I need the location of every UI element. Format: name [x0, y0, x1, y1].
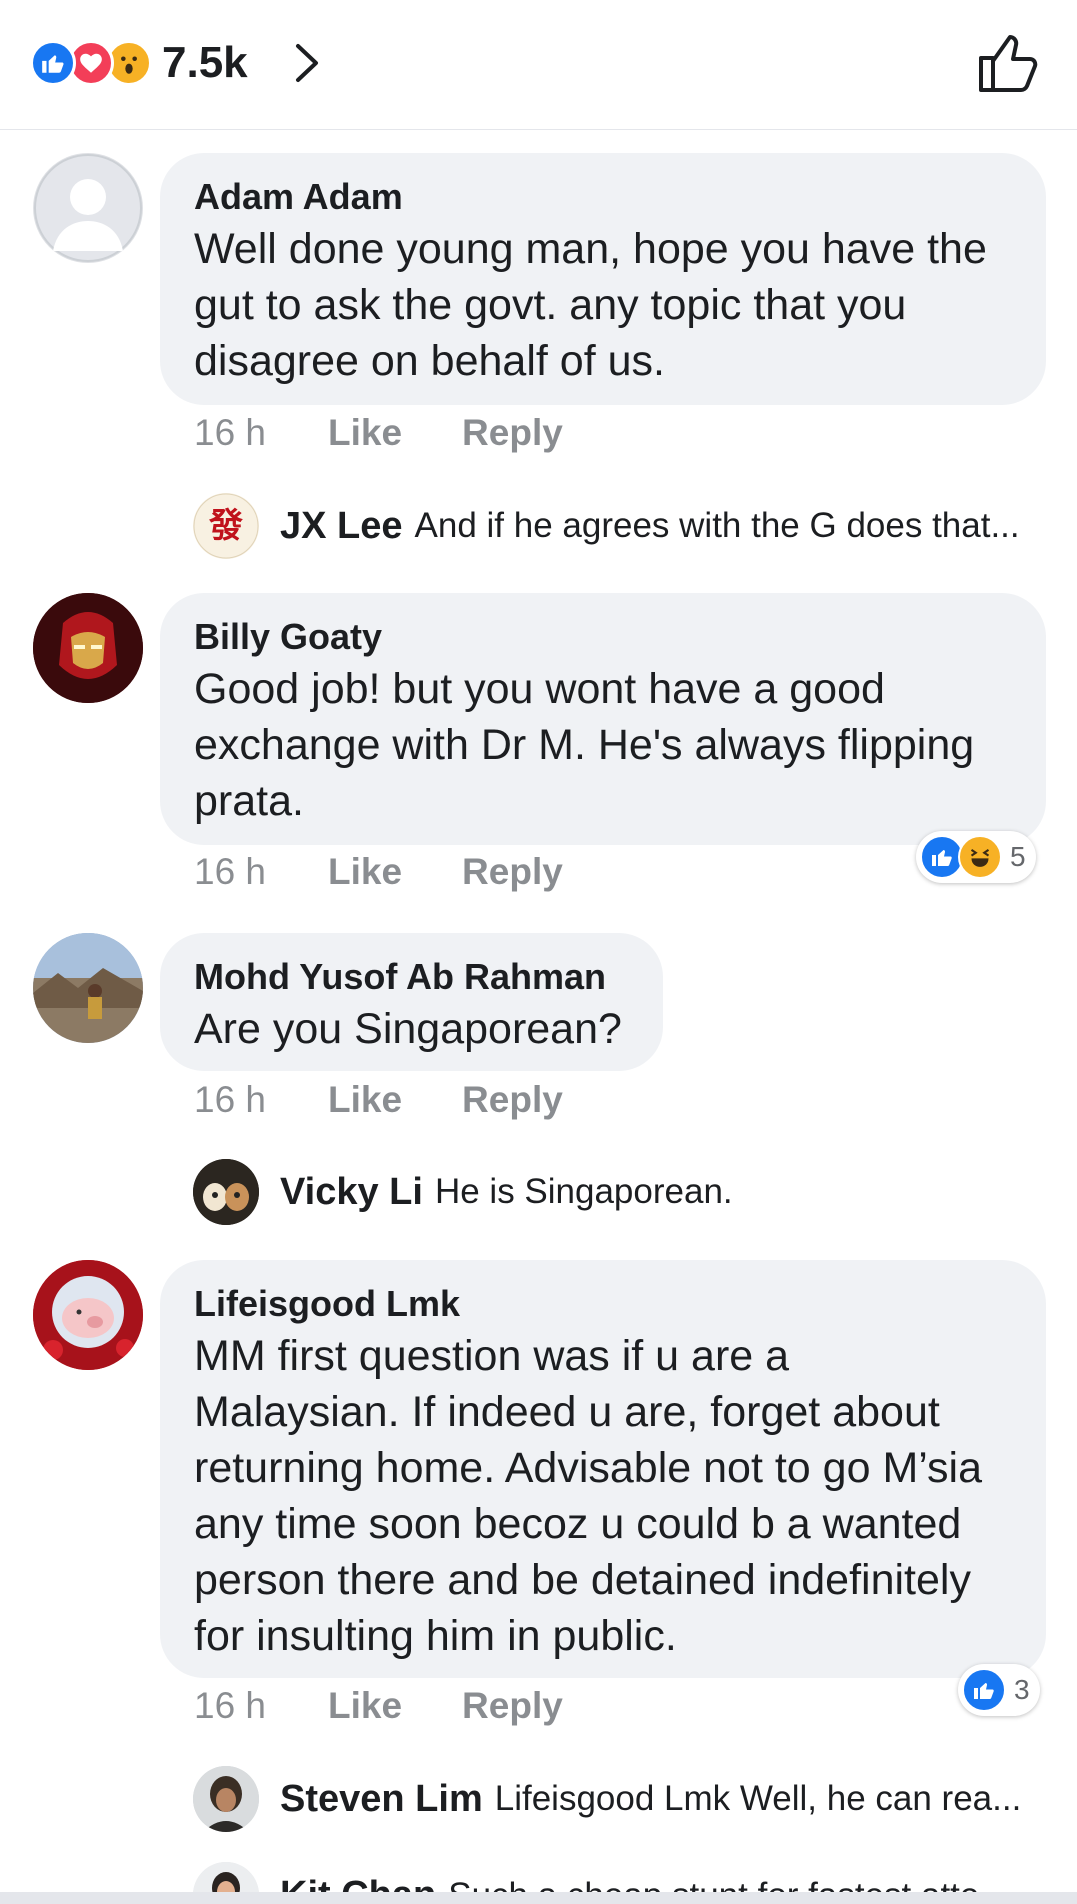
avatar[interactable]	[33, 153, 143, 263]
reply-button[interactable]: Reply	[462, 412, 563, 454]
reaction-count: 7.5k	[162, 38, 248, 87]
comment-meta: 16 h Like Reply	[194, 1685, 623, 1727]
reply-button[interactable]: Reply	[462, 851, 563, 893]
svg-text:發: 發	[208, 506, 243, 546]
avatar[interactable]	[33, 593, 143, 703]
comment-author[interactable]: Lifeisgood Lmk	[194, 1282, 1012, 1326]
comment-bubble: Billy Goaty Good job! but you wont have …	[160, 593, 1046, 845]
reply-preview[interactable]: Kit Chan Such a cheap stunt for fastest …	[193, 1862, 1053, 1892]
comment-bubble: Adam Adam Well done young man, hope you …	[160, 153, 1046, 405]
like-icon	[962, 1668, 1006, 1712]
comment-bubble: Lifeisgood Lmk MM first question was if …	[160, 1260, 1046, 1678]
like-button[interactable]: Like	[328, 851, 402, 893]
reply-preview[interactable]: Vicky Li He is Singaporean.	[193, 1159, 1053, 1225]
avatar[interactable]	[33, 933, 143, 1043]
reply-button[interactable]: Reply	[462, 1685, 563, 1727]
reply-author: Vicky Li	[280, 1170, 423, 1213]
reaction-count: 3	[1014, 1674, 1030, 1705]
like-icon	[30, 40, 76, 86]
comment-author[interactable]: Adam Adam	[194, 175, 1012, 219]
thumbs-up-icon[interactable]	[975, 30, 1041, 96]
comment-bubble: Mohd Yusof Ab Rahman Are you Singaporean…	[160, 933, 663, 1071]
reply-text: Lifeisgood Lmk Well, he can rea...	[494, 1779, 1022, 1818]
comment-meta: 16 h Like Reply	[194, 851, 623, 893]
reply-text: Such a cheap stunt for fastest atte...	[448, 1876, 1008, 1892]
reply-preview[interactable]: 發 JX Lee And if he agrees with the G doe…	[193, 493, 1053, 559]
comment-time: 16 h	[194, 1079, 267, 1120]
chevron-right-icon[interactable]	[288, 40, 328, 86]
comment-text: Good job! but you wont have a good excha…	[194, 665, 975, 825]
like-button[interactable]: Like	[328, 1685, 402, 1727]
comment-meta: 16 h Like Reply	[194, 412, 623, 454]
comment-text: Are you Singaporean?	[194, 1005, 622, 1053]
comment-text: MM first question was if u are a Malaysi…	[194, 1332, 983, 1660]
comment-meta: 16 h Like Reply	[194, 1079, 623, 1121]
reply-author: Steven Lim	[280, 1777, 483, 1820]
reply-text: He is Singaporean.	[434, 1172, 733, 1211]
comment-reactions-badge[interactable]: 3	[958, 1664, 1040, 1716]
avatar	[193, 1159, 259, 1225]
reply-button[interactable]: Reply	[462, 1079, 563, 1121]
comment-time: 16 h	[194, 412, 267, 453]
avatar	[193, 1862, 259, 1892]
comment-reactions-badge[interactable]: 5	[916, 831, 1036, 883]
bottom-divider	[0, 1892, 1077, 1904]
avatar: 發	[193, 493, 259, 559]
reply-author: Kit Chan	[280, 1874, 436, 1892]
comment-time: 16 h	[194, 851, 267, 892]
comment-time: 16 h	[194, 1685, 267, 1726]
reply-author: JX Lee	[280, 504, 403, 547]
avatar	[193, 1766, 259, 1832]
reactions-header: 7.5k	[0, 0, 1077, 130]
reaction-count: 5	[1010, 841, 1026, 872]
comment-text: Well done young man, hope you have the g…	[194, 225, 987, 385]
reply-text: And if he agrees with the G does that...	[414, 506, 1020, 545]
like-button[interactable]: Like	[328, 412, 402, 454]
comment-author[interactable]: Billy Goaty	[194, 615, 1012, 659]
reply-preview[interactable]: Steven Lim Lifeisgood Lmk Well, he can r…	[193, 1766, 1053, 1832]
comment-author[interactable]: Mohd Yusof Ab Rahman	[194, 955, 629, 999]
reaction-summary[interactable]: 7.5k	[30, 38, 248, 87]
like-button[interactable]: Like	[328, 1079, 402, 1121]
avatar[interactable]	[33, 1260, 143, 1370]
haha-icon	[958, 835, 1002, 879]
